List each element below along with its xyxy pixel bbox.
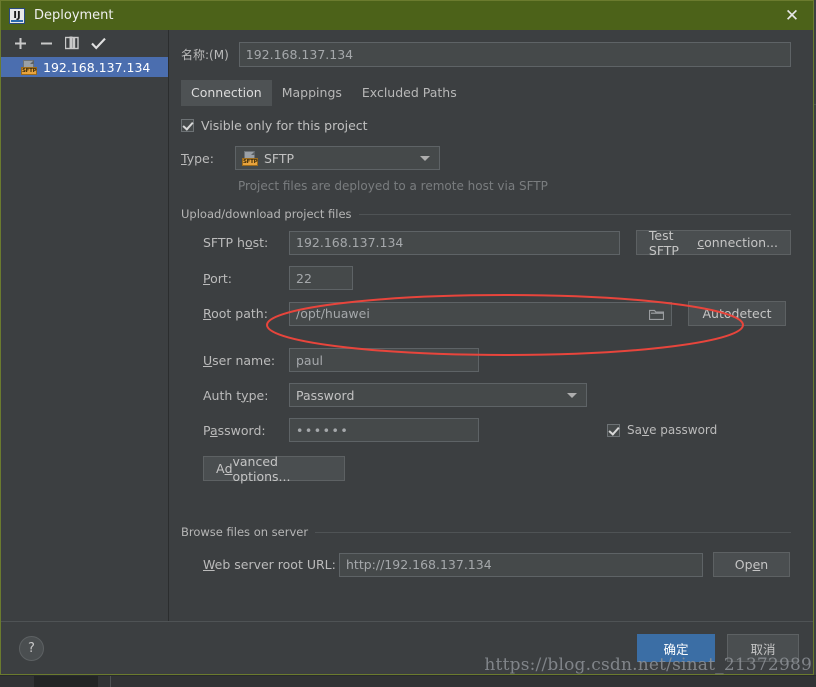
port-row: Port: 22 [181, 266, 791, 290]
advanced-options-wrap: Ad vanced options... [203, 454, 791, 484]
deployment-dialog: IJ Deployment ✕ SFTP 192.168.137.134 名称:… [0, 0, 814, 675]
remove-button[interactable] [33, 32, 59, 54]
autodetect-button[interactable]: Autodetect [688, 301, 786, 326]
dialog-body: SFTP 192.168.137.134 名称:(M) 192.168.137.… [1, 30, 813, 621]
browse-files-group-body: Web server root URL: http://192.168.137.… [181, 539, 791, 577]
name-field-label: 名称:(M) [181, 48, 229, 62]
intellij-idea-icon: IJ [9, 7, 25, 24]
port-label: Port: [203, 270, 232, 286]
password-row: Password: •••••• Save password [181, 418, 791, 442]
root-path-row: Root path: /opt/huawei Autodetect [181, 301, 791, 326]
tab-mappings[interactable]: Mappings [271, 80, 352, 106]
ide-status-bar-separator [110, 676, 111, 687]
set-default-button[interactable] [85, 32, 111, 54]
server-list-panel: SFTP 192.168.137.134 [1, 30, 169, 621]
save-password-checkbox[interactable] [607, 423, 620, 437]
web-url-input[interactable]: http://192.168.137.134 [339, 552, 703, 577]
visible-only-label: Visible only for this project [201, 118, 368, 133]
user-name-label: User name: [203, 352, 276, 368]
password-input[interactable]: •••••• [289, 418, 479, 442]
tab-connection[interactable]: Connection [181, 80, 272, 106]
folder-icon[interactable] [648, 308, 665, 320]
sftp-host-input[interactable]: 192.168.137.134 [289, 230, 620, 255]
auth-type-label: Auth type: [203, 387, 269, 403]
test-sftp-connection-button[interactable]: Test SFTP c onnection... [635, 228, 791, 258]
save-password-row: Save password [607, 423, 717, 437]
server-list-toolbar [1, 30, 168, 56]
add-button[interactable] [7, 32, 33, 54]
user-name-input[interactable]: paul [289, 348, 479, 372]
sftp-host-row: SFTP host: 192.168.137.134 Test SFTP c on… [181, 228, 791, 258]
open-button[interactable]: Op e n [713, 552, 790, 577]
visible-only-checkbox[interactable] [181, 119, 194, 132]
plus-icon [14, 37, 26, 49]
user-name-row: User name: paul [181, 348, 791, 372]
type-select[interactable]: SFTP SFTP [235, 146, 440, 170]
type-hint: Project files are deployed to a remote h… [238, 179, 548, 193]
root-path-label: Root path: [203, 306, 268, 321]
copy-button[interactable] [59, 32, 85, 54]
type-label: Type: [181, 150, 214, 166]
chevron-down-icon [567, 393, 577, 398]
advanced-options-button[interactable]: Ad vanced options... [203, 454, 345, 484]
deployment-settings-panel: 名称:(M) 192.168.137.134 Connection Mappin… [169, 30, 813, 621]
sftp-badge: SFTP [21, 66, 37, 75]
ide-status-bar [0, 675, 816, 687]
ide-status-bar-item [34, 676, 98, 687]
upload-download-group-title: Upload/download project files [181, 207, 359, 221]
sftp-host-label: SFTP host: [203, 235, 269, 250]
root-path-value: /opt/huawei [296, 306, 370, 321]
tab-excluded-paths[interactable]: Excluded Paths [351, 80, 467, 106]
port-input[interactable]: 22 [289, 266, 353, 290]
server-list-item-label: 192.168.137.134 [43, 59, 151, 75]
server-list-item[interactable]: SFTP 192.168.137.134 [1, 57, 168, 77]
help-button[interactable]: ? [19, 635, 44, 661]
auth-type-select[interactable]: Password [289, 383, 587, 407]
root-path-input[interactable]: /opt/huawei [289, 301, 672, 326]
web-url-label: Web server root URL: [203, 557, 336, 572]
dialog-title: Deployment [34, 8, 114, 23]
sftp-badge: SFTP [242, 157, 258, 166]
name-input[interactable]: 192.168.137.134 [238, 42, 791, 67]
upload-download-group: Upload/download project files SFTP host:… [181, 207, 791, 484]
dialog-titlebar: IJ Deployment ✕ [1, 1, 813, 30]
web-url-row: Web server root URL: http://192.168.137.… [181, 552, 791, 577]
type-row: Type: SFTP SFTP [181, 146, 791, 170]
copy-icon [65, 36, 79, 50]
password-label: Password: [203, 422, 266, 438]
sftp-icon: SFTP [242, 150, 258, 166]
browse-files-group-title: Browse files on server [181, 525, 316, 539]
settings-tabs: Connection Mappings Excluded Paths [181, 80, 813, 106]
watermark: https://blog.csdn.net/sinat_21372989 [484, 655, 812, 675]
server-list: SFTP 192.168.137.134 [1, 56, 168, 621]
connection-tab-panel: Visible only for this project Type: SFTP… [169, 106, 813, 621]
minus-icon [40, 42, 52, 44]
name-row: 名称:(M) 192.168.137.134 [169, 30, 813, 67]
checkmark-icon [90, 37, 106, 50]
auth-type-row: Auth type: Password [181, 383, 791, 407]
sftp-icon: SFTP [21, 59, 37, 75]
auth-type-select-value: Password [296, 387, 355, 403]
browse-files-group: Browse files on server Web server root U… [181, 525, 791, 577]
close-icon[interactable]: ✕ [781, 5, 803, 27]
save-password-label: Save password [627, 423, 718, 437]
chevron-down-icon [420, 156, 430, 161]
visible-only-row: Visible only for this project [181, 118, 791, 133]
upload-download-group-body: SFTP host: 192.168.137.134 Test SFTP c on… [181, 221, 791, 484]
type-select-value: SFTP [264, 150, 295, 166]
